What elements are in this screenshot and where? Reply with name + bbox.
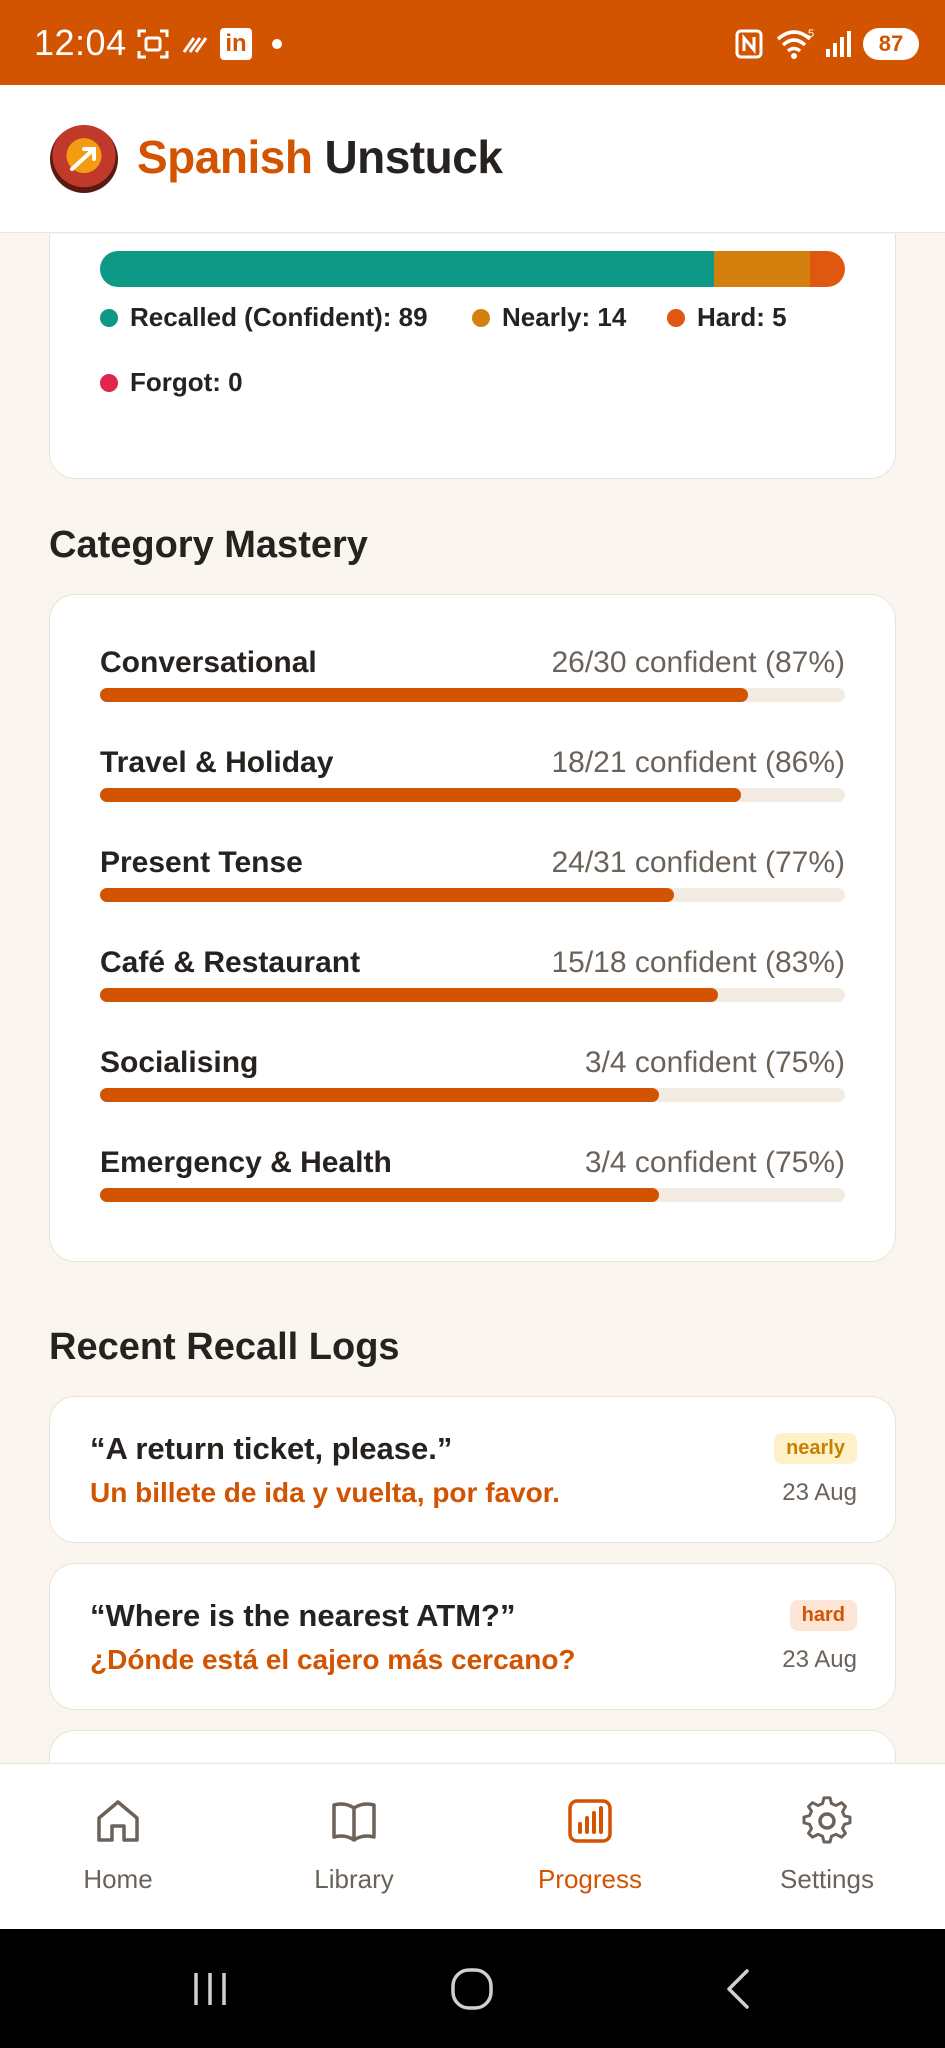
log-date: 23 Aug [782, 1646, 857, 1673]
legend-forgot: Forgot: 0 [100, 367, 243, 398]
cell-signal-icon [822, 24, 856, 64]
screenshot-icon [136, 24, 170, 64]
home-button[interactable] [422, 1929, 522, 2048]
category-row: Present Tense 24/31 confident (77%) [100, 846, 845, 906]
app-logo-icon [50, 125, 118, 193]
nav-progress[interactable]: Progress [472, 1764, 708, 1930]
category-mastery-card: Conversational 26/30 confident (87%) Trave… [49, 594, 896, 1262]
category-stat: 24/31 confident (77%) [551, 846, 845, 879]
category-progress-track [100, 888, 845, 902]
legend-nearly: Nearly: 14 [472, 302, 626, 333]
back-button[interactable] [688, 1929, 788, 2048]
battery-indicator: 87 [863, 28, 919, 60]
category-name: Present Tense [100, 846, 303, 879]
category-name: Conversational [100, 646, 317, 679]
category-progress-fill [100, 1088, 659, 1102]
category-progress-fill [100, 888, 674, 902]
recall-bar-segment [810, 251, 845, 287]
signal-slash-icon [180, 24, 210, 64]
category-progress-track [100, 688, 845, 702]
gear-icon [802, 1796, 852, 1844]
category-name: Café & Restaurant [100, 946, 361, 979]
app-header: Spanish Unstuck [0, 85, 945, 233]
back-icon [727, 1968, 749, 2009]
category-progress-fill [100, 788, 741, 802]
legend-dot [100, 308, 118, 327]
home-icon [97, 1800, 139, 1842]
recall-log-card[interactable]: “Where is the nearest ATM?” ¿Dónde está … [49, 1563, 896, 1710]
legend-dot [472, 308, 490, 327]
category-row: Café & Restaurant 15/18 confident (83%) [100, 946, 845, 1006]
bottom-nav: Home Library Progress Settings [0, 1763, 945, 1929]
recent-apps-button[interactable] [160, 1929, 260, 2048]
system-nav-bar [0, 1929, 945, 2048]
category-row: Socialising 3/4 confident (75%) [100, 1046, 845, 1106]
status-badge: hard [789, 1600, 857, 1631]
recall-log-card[interactable]: “A return ticket, please.” Un billete de… [49, 1396, 896, 1543]
log-spanish: ¿Dónde está el cajero más cercano? [90, 1644, 576, 1675]
category-progress-fill [100, 688, 749, 702]
category-row: Emergency & Health 3/4 confident (75%) [100, 1146, 845, 1206]
category-progress-track [100, 988, 845, 1002]
log-english: “A return ticket, please.” [90, 1431, 453, 1466]
category-stat: 3/4 confident (75%) [584, 1046, 845, 1079]
recall-stacked-bar [100, 251, 845, 287]
category-row: Travel & Holiday 18/21 confident (86%) [100, 746, 845, 806]
wifi-icon: 5 [774, 24, 818, 64]
legend-hard: Hard: 5 [667, 302, 787, 333]
nav-library[interactable]: Library [236, 1764, 472, 1930]
chart-icon [568, 1799, 612, 1843]
category-stat: 15/18 confident (83%) [551, 946, 845, 979]
linkedin-icon: in [220, 24, 252, 64]
log-english: “Where is the nearest ATM?” [90, 1598, 516, 1633]
recent-apps-icon [194, 1972, 226, 2005]
category-name: Emergency & Health [100, 1146, 392, 1179]
book-icon [332, 1802, 376, 1842]
notification-dot-icon [272, 24, 282, 64]
category-stat: 18/21 confident (86%) [551, 746, 845, 779]
recall-bar-segment [713, 251, 811, 287]
category-progress-track [100, 788, 845, 802]
recall-summary-card: Recalled (Confident): 89 Nearly: 14 Hard… [49, 234, 896, 479]
category-mastery-title: Category Mastery [49, 524, 368, 566]
recall-bar-segment [100, 251, 714, 287]
category-progress-track [100, 1088, 845, 1102]
recent-logs-title: Recent Recall Logs [49, 1326, 400, 1368]
nav-settings[interactable]: Settings [709, 1764, 945, 1930]
status-badge: nearly [774, 1433, 857, 1464]
recall-log-card-partial[interactable] [49, 1730, 896, 1762]
progress-content[interactable]: Recalled (Confident): 89 Nearly: 14 Hard… [0, 234, 945, 1762]
category-progress-fill [100, 1188, 659, 1202]
legend-recalled: Recalled (Confident): 89 [100, 302, 428, 333]
category-row: Conversational 26/30 confident (87%) [100, 646, 845, 706]
home-circle-icon [451, 1967, 493, 2010]
app-title: Spanish Unstuck [137, 131, 503, 183]
status-bar: 12:04 in 5 87 [0, 0, 945, 85]
legend-dot [667, 308, 685, 327]
category-progress-track [100, 1188, 845, 1202]
legend-dot [100, 373, 118, 392]
category-name: Socialising [100, 1046, 259, 1079]
log-date: 23 Aug [782, 1479, 857, 1506]
category-stat: 26/30 confident (87%) [551, 646, 845, 679]
category-stat: 3/4 confident (75%) [584, 1146, 845, 1179]
status-time: 12:04 [34, 22, 127, 63]
category-progress-fill [100, 988, 719, 1002]
nfc-icon [734, 24, 764, 64]
nav-home[interactable]: Home [0, 1764, 236, 1930]
log-spanish: Un billete de ida y vuelta, por favor. [90, 1477, 560, 1508]
svg-text:5: 5 [808, 28, 814, 40]
category-name: Travel & Holiday [100, 746, 334, 779]
